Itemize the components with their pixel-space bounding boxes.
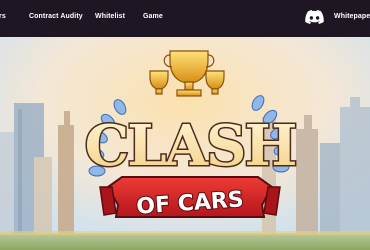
discord-icon[interactable] (305, 10, 324, 24)
top-navbar: rs Contract Audity Whitelist Game Whitep… (0, 0, 370, 37)
nav-link-cars-partial[interactable]: rs (0, 12, 6, 21)
hero-illustration: CLASH OF CARS (0, 37, 370, 250)
nav-link-game[interactable]: Game (143, 12, 163, 21)
hero-banner: CLASH OF CARS (0, 37, 370, 250)
nav-link-whitepaper[interactable]: Whitepaper (334, 12, 370, 21)
nav-link-whitelist[interactable]: Whitelist (95, 12, 125, 21)
nav-link-contract-audit[interactable]: Contract Audity (29, 12, 83, 21)
logo-title-top: CLASH (85, 113, 296, 179)
ground (0, 233, 370, 250)
